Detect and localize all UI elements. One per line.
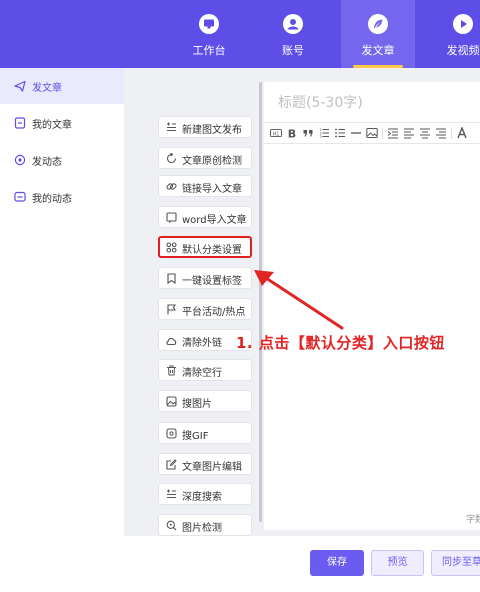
word-icon	[166, 212, 177, 223]
edit-icon	[166, 459, 177, 470]
tool-word-import[interactable]: word导入文章	[158, 206, 252, 228]
trash-icon	[167, 365, 176, 376]
insert-image-icon[interactable]	[366, 127, 378, 139]
flag-icon	[167, 304, 176, 315]
tool-platform-events[interactable]: 平台活动/热点	[158, 298, 252, 320]
gif-icon	[166, 428, 177, 439]
tool-new-post[interactable]: 新建图文发布	[158, 116, 252, 138]
tool-image-check[interactable]: 图片检测	[158, 514, 252, 536]
nav-workbench[interactable]: 工作台	[172, 0, 246, 68]
monitor-icon	[199, 14, 219, 34]
align-center-icon[interactable]	[419, 127, 431, 139]
annotation-text: 1. 点击【默认分类】入口按钮	[236, 334, 445, 352]
bullet-list-icon[interactable]	[334, 127, 346, 139]
font-icon[interactable]	[456, 127, 468, 139]
tool-label: 清除外链	[182, 338, 222, 349]
image-check-icon	[166, 520, 177, 531]
chat-icon	[14, 191, 26, 202]
tool-label: 默认分类设置	[182, 245, 242, 256]
sync-to-draft-button[interactable]: 同步至草稿	[431, 550, 480, 576]
hr-icon[interactable]	[350, 127, 362, 139]
nav-account[interactable]: 账号	[256, 0, 330, 68]
tool-label: 深度搜索	[182, 492, 222, 503]
title-input[interactable]	[278, 92, 478, 114]
tool-image-editing[interactable]: 文章图片编辑	[158, 453, 252, 475]
tool-label: 文章图片编辑	[182, 462, 242, 473]
nav-publish-article[interactable]: 发文章	[341, 0, 415, 68]
sidebar-item-my-articles[interactable]: 我的文章	[0, 105, 124, 141]
target-icon	[14, 154, 26, 166]
toolbar-separator	[382, 128, 383, 139]
tool-label: 搜GIF	[182, 431, 209, 442]
sidebar-item-label: 发文章	[32, 83, 62, 94]
save-button[interactable]: 保存	[310, 550, 364, 576]
tool-deep-search[interactable]: 深度搜索	[158, 483, 252, 505]
tool-label: 链接导入文章	[182, 184, 242, 195]
category-icon	[166, 242, 177, 253]
user-icon	[283, 14, 303, 34]
nav-publish-video[interactable]: 发视频	[426, 0, 480, 68]
image-icon	[166, 396, 177, 407]
sidebar-item-publish-article[interactable]: 发文章	[0, 68, 124, 104]
tool-label: 一键设置标签	[182, 276, 242, 287]
word-count-label: 字数	[465, 515, 480, 525]
tool-link-import[interactable]: 链接导入文章	[158, 175, 252, 197]
ordered-list-icon[interactable]: 123	[318, 127, 330, 139]
sidebar-item-my-updates[interactable]: 我的动态	[0, 179, 124, 215]
nav-label: 发视频	[446, 44, 480, 57]
nav-label: 发文章	[361, 44, 395, 57]
action-bar: 保存 预览 同步至草稿	[124, 536, 480, 592]
tool-label: word导入文章	[182, 215, 247, 226]
paper-plane-icon	[14, 80, 26, 92]
svg-text:B: B	[288, 128, 296, 140]
play-icon	[453, 14, 473, 34]
align-left-icon[interactable]	[403, 127, 415, 139]
tool-label: 搜图片	[182, 399, 212, 410]
document-icon	[14, 117, 26, 129]
tool-originality-check[interactable]: 文章原创检测	[158, 147, 252, 169]
tool-label: 图片检测	[182, 523, 222, 534]
tool-search-gif[interactable]: 搜GIF	[158, 422, 252, 444]
sidebar-item-label: 发动态	[32, 157, 62, 168]
nav-label: 账号	[282, 44, 304, 57]
tag-icon	[167, 273, 176, 284]
quote-icon[interactable]	[302, 127, 314, 139]
align-right-icon[interactable]	[435, 127, 447, 139]
new-post-icon	[167, 122, 176, 132]
nav-label: 工作台	[192, 44, 226, 57]
tool-label: 平台活动/热点	[182, 307, 246, 318]
top-navigation: 工作台 账号 发文章 发视频	[0, 0, 480, 68]
sidebar: 发文章 我的文章 发动态 我的动态	[0, 68, 124, 592]
svg-text:H1: H1	[273, 131, 280, 137]
sidebar-item-post-update[interactable]: 发动态	[0, 142, 124, 178]
unlink-icon	[166, 337, 177, 346]
preview-button[interactable]: 预览	[371, 550, 424, 576]
toolbar-separator	[451, 128, 452, 139]
link-icon	[166, 183, 177, 190]
indent-icon[interactable]	[387, 127, 399, 139]
tool-label: 清除空行	[182, 368, 222, 379]
bold-icon[interactable]: B	[286, 127, 298, 140]
sidebar-item-label: 我的文章	[32, 120, 72, 131]
editor-toolbar: H1 B 123	[264, 122, 480, 144]
tool-search-images[interactable]: 搜图片	[158, 390, 252, 412]
tool-set-tags[interactable]: 一键设置标签	[158, 267, 252, 289]
svg-text:3: 3	[320, 135, 322, 139]
deep-search-icon	[167, 489, 176, 499]
tool-label: 新建图文发布	[182, 125, 242, 136]
sidebar-item-label: 我的动态	[32, 194, 72, 205]
tool-label: 文章原创检测	[182, 156, 242, 167]
refresh-icon	[166, 153, 177, 164]
feather-icon	[368, 14, 388, 34]
tool-clear-blank-lines[interactable]: 清除空行	[158, 359, 252, 381]
heading-icon[interactable]: H1	[270, 127, 282, 139]
tool-default-category[interactable]: 默认分类设置	[158, 236, 252, 258]
annotation-arrow	[254, 270, 344, 330]
